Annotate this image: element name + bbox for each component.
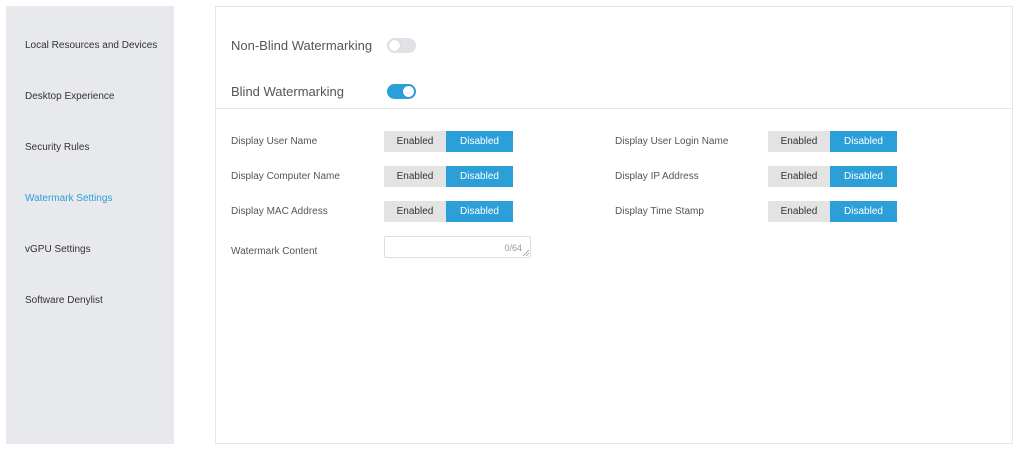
non-blind-watermarking-toggle[interactable] — [387, 38, 416, 53]
sidebar-item-security-rules[interactable]: Security Rules — [25, 142, 89, 153]
display-ip-address-segmented: Enabled Disabled — [768, 166, 897, 187]
resize-grip-icon[interactable] — [523, 250, 529, 256]
display-ip-address-label: Display IP Address — [615, 171, 699, 182]
display-computer-name-enabled-button[interactable]: Enabled — [384, 166, 446, 187]
section-divider — [216, 108, 1012, 109]
watermark-settings-panel: Non-Blind Watermarking Blind Watermarkin… — [215, 6, 1013, 444]
sidebar-item-desktop-experience[interactable]: Desktop Experience — [25, 91, 115, 102]
blind-watermarking-toggle[interactable] — [387, 84, 416, 99]
display-mac-address-enabled-button[interactable]: Enabled — [384, 201, 446, 222]
display-user-name-enabled-button[interactable]: Enabled — [384, 131, 446, 152]
display-computer-name-segmented: Enabled Disabled — [384, 166, 513, 187]
sidebar-item-watermark-settings[interactable]: Watermark Settings — [25, 193, 112, 204]
display-user-name-label: Display User Name — [231, 136, 318, 147]
display-time-stamp-segmented: Enabled Disabled — [768, 201, 897, 222]
blind-watermarking-label: Blind Watermarking — [231, 84, 344, 99]
display-user-login-name-segmented: Enabled Disabled — [768, 131, 897, 152]
display-time-stamp-disabled-button[interactable]: Disabled — [830, 201, 897, 222]
display-computer-name-label: Display Computer Name — [231, 171, 340, 182]
toggle-knob — [389, 40, 400, 51]
sidebar-item-software-denylist[interactable]: Software Denylist — [25, 295, 103, 306]
watermark-content-label: Watermark Content — [231, 246, 318, 257]
display-user-name-segmented: Enabled Disabled — [384, 131, 513, 152]
display-user-name-disabled-button[interactable]: Disabled — [446, 131, 513, 152]
display-ip-address-disabled-button[interactable]: Disabled — [830, 166, 897, 187]
display-mac-address-segmented: Enabled Disabled — [384, 201, 513, 222]
sidebar-item-local-resources[interactable]: Local Resources and Devices — [25, 40, 157, 51]
display-mac-address-disabled-button[interactable]: Disabled — [446, 201, 513, 222]
display-time-stamp-enabled-button[interactable]: Enabled — [768, 201, 830, 222]
watermark-content-textarea[interactable]: 0/64 — [384, 236, 531, 258]
display-computer-name-disabled-button[interactable]: Disabled — [446, 166, 513, 187]
display-time-stamp-label: Display Time Stamp — [615, 206, 704, 217]
display-user-login-name-disabled-button[interactable]: Disabled — [830, 131, 897, 152]
display-mac-address-label: Display MAC Address — [231, 206, 328, 217]
character-counter: 0/64 — [504, 243, 522, 253]
sidebar-item-vgpu-settings[interactable]: vGPU Settings — [25, 244, 91, 255]
display-user-login-name-label: Display User Login Name — [615, 136, 729, 147]
non-blind-watermarking-label: Non-Blind Watermarking — [231, 38, 373, 53]
display-user-login-name-enabled-button[interactable]: Enabled — [768, 131, 830, 152]
toggle-knob — [403, 86, 414, 97]
display-ip-address-enabled-button[interactable]: Enabled — [768, 166, 830, 187]
settings-sidebar: Local Resources and Devices Desktop Expe… — [6, 6, 174, 444]
